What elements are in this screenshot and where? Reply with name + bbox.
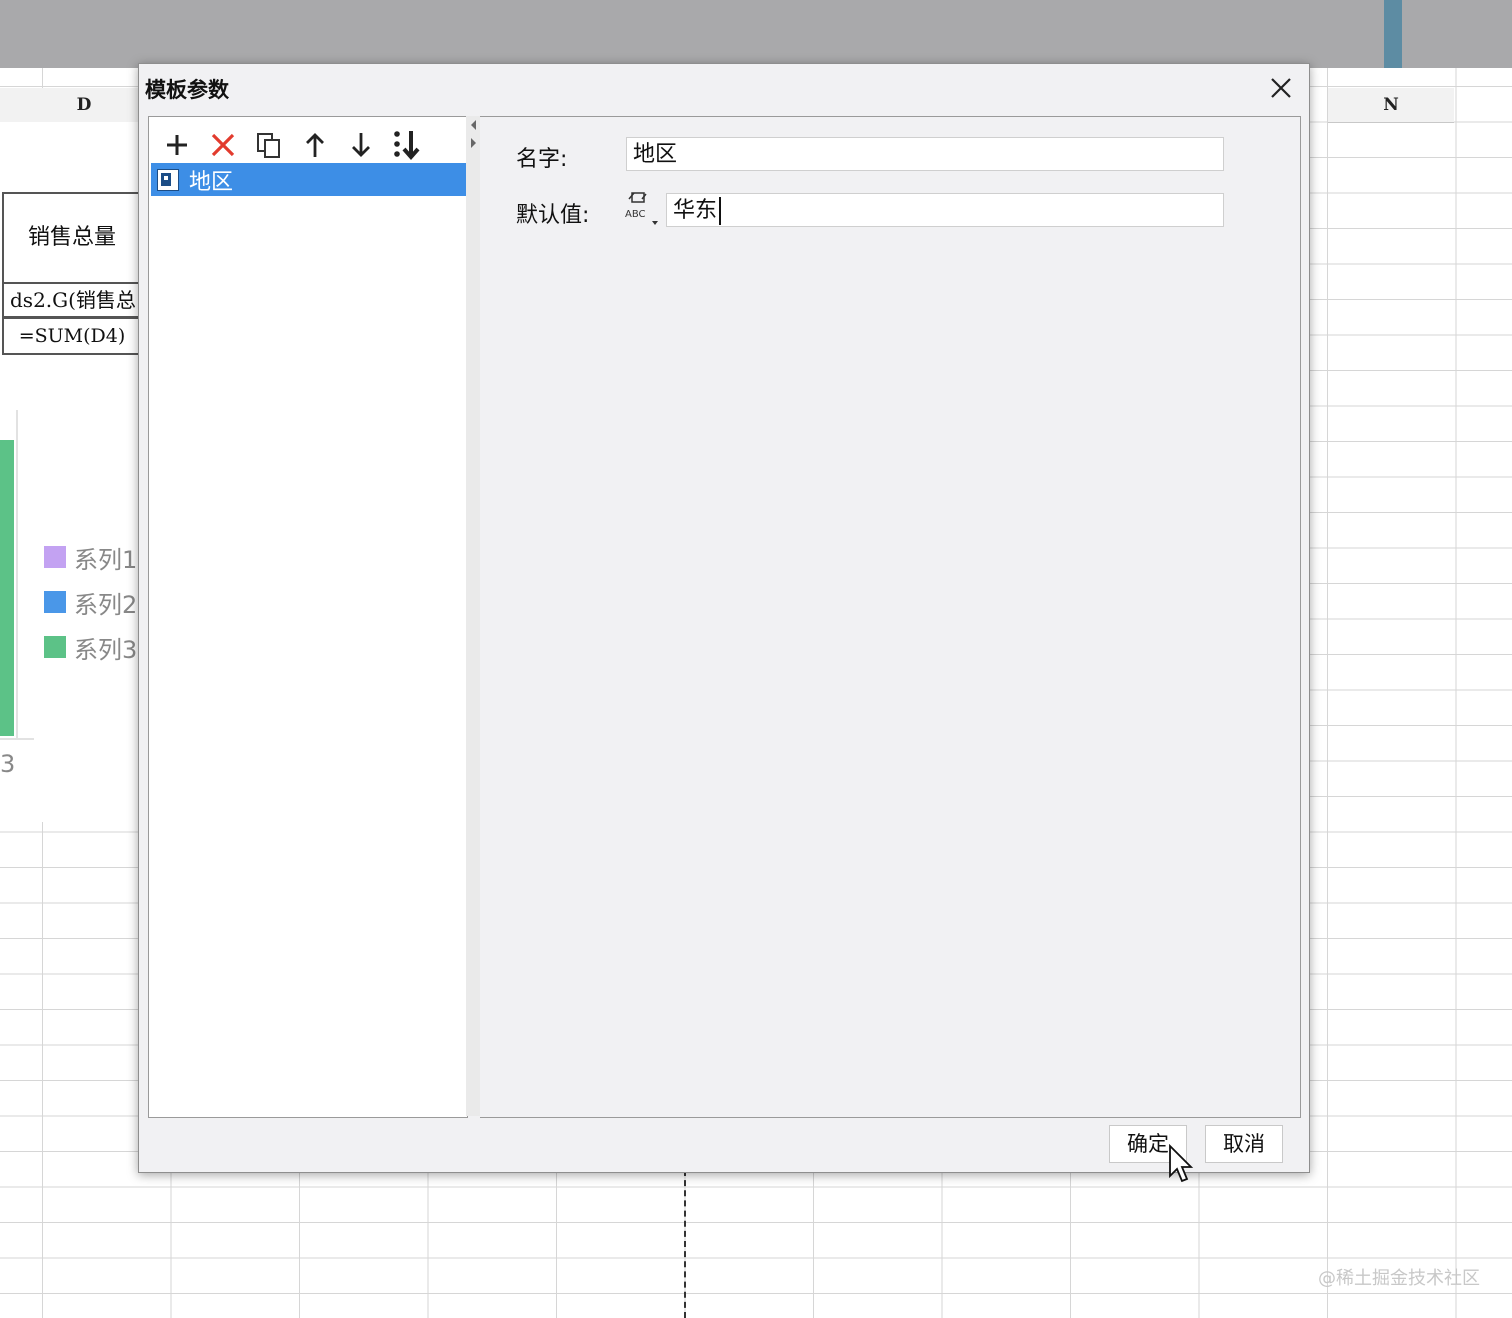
parameter-list-panel: 地区	[148, 116, 468, 1118]
data-cell[interactable]: ds2.G(销售总	[2, 282, 138, 318]
move-up-icon[interactable]	[299, 129, 331, 161]
legend-label: 系列3	[74, 635, 138, 664]
value-type-icon[interactable]: ABC	[624, 191, 660, 227]
app-top-bar	[0, 0, 1512, 68]
name-input[interactable]: 地区	[626, 137, 1224, 171]
axis-tick-label: 3	[0, 750, 16, 778]
type-icon-text: ABC	[625, 209, 646, 220]
parameter-toolbar	[161, 125, 423, 165]
legend-item-2: 系列2	[44, 587, 138, 619]
parameter-list: 地区	[151, 163, 467, 196]
chart-axis	[16, 410, 18, 740]
panel-splitter[interactable]	[466, 116, 481, 1116]
legend-item-3: 系列3	[44, 632, 138, 664]
legend-swatch	[44, 636, 66, 658]
cancel-button[interactable]: 取消	[1205, 1125, 1283, 1163]
mouse-pointer-icon	[1168, 1143, 1194, 1184]
move-down-icon[interactable]	[345, 129, 377, 161]
legend-label: 系列1	[74, 545, 138, 574]
top-bar-accent	[1384, 0, 1402, 68]
default-value-input[interactable]: 华东	[666, 193, 1224, 227]
watermark: @稀土掘金技术社区	[1318, 1268, 1480, 1289]
formula-cell[interactable]: =SUM(D4)	[2, 318, 140, 355]
close-icon[interactable]	[1267, 74, 1295, 102]
parameter-detail-panel: 名字: 地区 默认值: ABC 华东	[480, 116, 1301, 1118]
parameter-item-region[interactable]: 地区	[151, 163, 467, 196]
legend-item-1: 系列1	[44, 542, 138, 574]
legend-swatch	[44, 546, 66, 568]
header-cell[interactable]: 销售总量	[2, 192, 140, 284]
sort-icon[interactable]	[391, 129, 423, 161]
text-caret	[719, 197, 722, 225]
template-parameters-dialog: 模板参数 地区 名字: 地区 默认值: ABC 华东 确定 取消	[138, 63, 1310, 1173]
default-value-label: 默认值:	[516, 203, 590, 228]
add-icon[interactable]	[161, 129, 193, 161]
copy-icon[interactable]	[253, 129, 285, 161]
dialog-title: 模板参数	[145, 78, 229, 102]
chart-baseline	[0, 738, 34, 740]
name-label: 名字:	[516, 147, 568, 172]
legend-swatch	[44, 591, 66, 613]
page-break-line	[684, 1170, 686, 1318]
legend-label: 系列2	[74, 590, 138, 619]
parameter-item-label: 地区	[189, 169, 234, 195]
column-header-n[interactable]: N	[1328, 88, 1454, 123]
sheet-content-area: 销售总量 ds2.G(销售总 =SUM(D4) 系列1 系列2 系列3 3	[0, 122, 140, 822]
delete-icon[interactable]	[207, 129, 239, 161]
chart-bar	[0, 440, 14, 736]
parameter-icon	[157, 168, 179, 191]
default-value-text: 华东	[673, 198, 718, 223]
